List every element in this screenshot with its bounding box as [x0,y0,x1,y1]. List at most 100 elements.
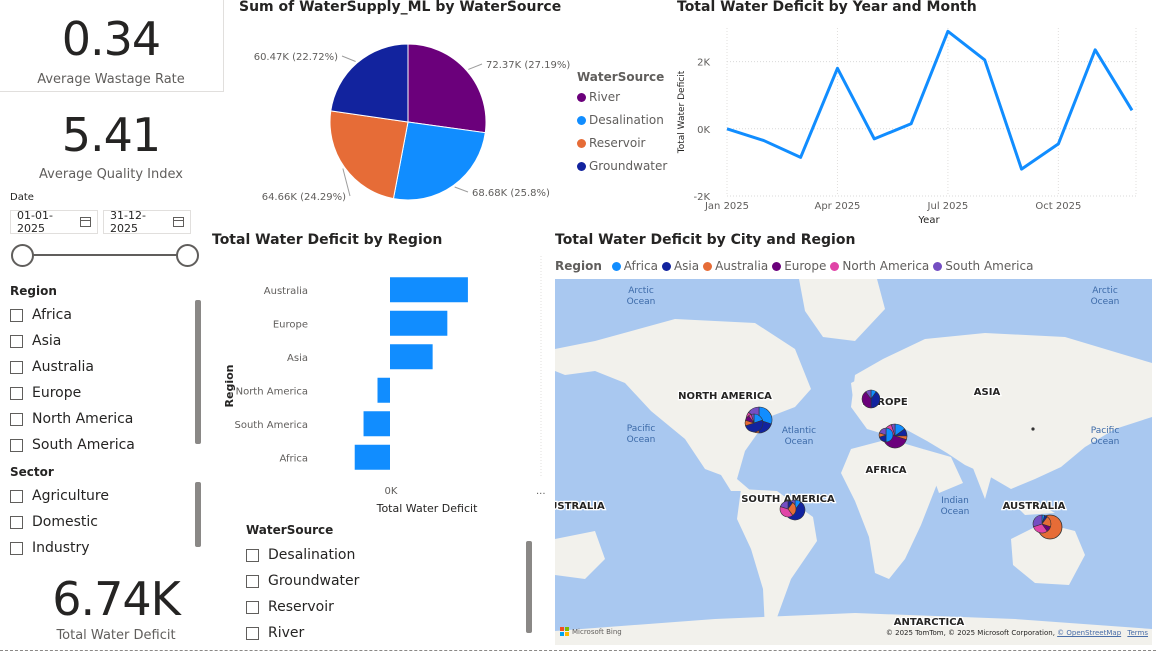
sector-scrollbar[interactable] [195,482,201,547]
date-range-end-handle[interactable] [176,244,199,267]
source-option-label: Groundwater [268,573,360,589]
map-legend-label: Africa [623,259,658,273]
map-legend-label: North America [842,259,930,273]
region-option[interactable]: Australia [10,354,190,380]
map-place-label: USTRALIA [555,501,605,512]
map-legend-item[interactable]: Europe [772,259,826,273]
terms-link[interactable]: Terms [1127,629,1148,637]
checkbox[interactable] [10,412,23,426]
map-legend-item[interactable]: South America [933,259,1033,273]
sector-slicer-title: Sector [10,465,54,479]
attribution-text: © 2025 TomTom, © 2025 Microsoft Corporat… [885,629,1055,637]
category-label: Australia [264,286,308,297]
wastage-value: 0.34 [61,12,161,66]
y-tick-label: 0K [697,125,710,136]
map-place-label: NORTH AMERICA [678,391,772,402]
line-chart: 2K0K-2KJan 2025 Apr 2025 Jul 2025 Oct 2025Y… [677,28,1137,226]
bar [390,310,448,336]
category-label: Africa [279,453,308,464]
pie-legend-item[interactable]: River [577,90,672,113]
quality-card: 5.41 Average Quality Index [0,108,222,188]
map-place-label: Ocean [1091,437,1120,447]
region-option[interactable]: North America [10,406,190,432]
checkbox[interactable] [10,308,23,322]
world-map[interactable]: ArcticOceanArcticOceanNORTH AMERICAEUROP… [555,279,1152,645]
checkbox[interactable] [246,626,259,640]
pie-slice [407,43,487,134]
region-option[interactable]: South America [10,432,190,458]
bar-visual: Total Water Deficit by Region Australia E… [205,228,550,518]
source-option[interactable]: Desalination [246,542,506,568]
pie-data-label: 68.68K (25.8%) [472,188,550,199]
map-legend-label: South America [945,259,1034,273]
sector-option[interactable]: Industry [10,535,190,561]
pie-legend-item[interactable]: Groundwater [577,159,672,182]
end-date-input[interactable]: 31-12-2025 [103,209,191,235]
checkbox[interactable] [10,489,23,503]
source-slicer: WaterSource Desalination Groundwater Res… [246,523,541,649]
region-option-label: South America [32,437,135,453]
checkbox[interactable] [246,548,259,562]
source-option[interactable]: Reservoir [246,594,506,620]
region-option-label: Australia [32,359,94,375]
region-scrollbar[interactable] [195,300,201,444]
pie-legend-item[interactable]: Reservoir [577,136,672,159]
region-option[interactable]: Europe [10,380,190,406]
bing-logo: Microsoft Bing [560,627,622,636]
date-range-start-handle[interactable] [11,244,34,267]
wastage-label: Average Wastage Rate [37,72,185,87]
map-place-label: Atlantic [782,426,816,436]
checkbox[interactable] [246,600,259,614]
x-axis-title: Total Water Deficit [376,502,478,515]
sector-option-label: Industry [32,540,90,556]
region-option[interactable]: Asia [10,328,190,354]
map-pie-marker[interactable] [861,389,881,409]
pie-legend-item[interactable]: Desalination [577,113,672,136]
map-legend-label: Europe [784,259,827,273]
map-pie-marker[interactable] [878,427,894,443]
source-option[interactable]: Groundwater [246,568,506,594]
checkbox[interactable] [10,360,23,374]
checkbox[interactable] [10,438,23,452]
map-pie-marker[interactable] [744,413,764,433]
region-slicer: Region Africa Asia Australia Europe Nort… [10,284,205,454]
legend-marker [611,262,621,271]
legend-marker [577,162,586,171]
map-pie-marker[interactable] [1032,514,1052,534]
map-pie-marker[interactable] [779,500,797,518]
checkbox[interactable] [10,541,23,555]
checkbox[interactable] [246,574,259,588]
date-slicer: Date 01-01-2025 31-12-2025 [10,192,205,272]
deficit-label: Total Water Deficit [56,628,176,643]
region-option[interactable]: Africa [10,302,190,328]
checkbox[interactable] [10,515,23,529]
map-place-label: Arctic [1092,286,1118,296]
osm-link[interactable]: © OpenStreetMap [1057,629,1121,637]
start-date-input[interactable]: 01-01-2025 [10,209,98,235]
x-tick-label: Jul 2025 [927,201,969,212]
legend-marker [661,262,671,271]
calendar-icon[interactable] [80,217,91,227]
quality-label: Average Quality Index [39,167,183,182]
map-place-label: Ocean [941,507,970,517]
checkbox[interactable] [10,386,23,400]
source-option[interactable]: River [246,620,506,646]
sector-option-label: Domestic [32,514,98,530]
source-scrollbar[interactable] [526,541,532,633]
date-range-track[interactable] [22,254,188,256]
x-tick-label: Apr 2025 [814,201,860,212]
map-legend-title: Region [555,259,602,273]
checkbox[interactable] [10,334,23,348]
bar [390,344,433,370]
map-place-label: Ocean [627,435,656,445]
map-legend-item[interactable]: North America [830,259,929,273]
map-legend-item[interactable]: Asia [661,259,699,273]
map-legend-item[interactable]: Africa [611,259,658,273]
pie-leader-line [468,63,483,70]
region-option-label: Asia [32,333,62,349]
sector-option[interactable]: Agriculture [10,483,190,509]
map-legend-item[interactable]: Australia [703,259,768,273]
sector-option[interactable]: Domestic [10,509,190,535]
map-place-label: Ocean [1091,297,1120,307]
calendar-icon[interactable] [173,217,184,227]
